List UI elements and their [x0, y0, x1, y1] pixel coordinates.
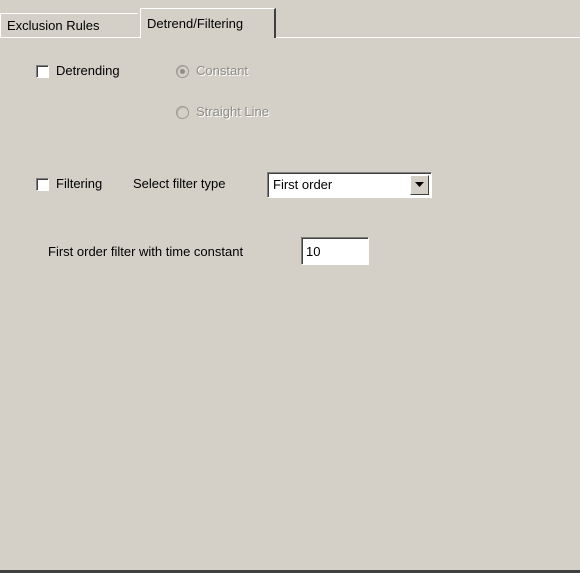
tab-divider [0, 37, 580, 38]
radio-selected-dot [180, 69, 185, 74]
chevron-down-icon [415, 182, 424, 187]
filter-type-dropdown-button[interactable] [410, 175, 429, 195]
radio-constant[interactable] [176, 65, 189, 78]
time-constant-label: First order filter with time constant [48, 244, 244, 259]
tab-exclusion-rules[interactable]: Exclusion Rules [0, 13, 138, 37]
filter-type-label: Select filter type [133, 176, 226, 191]
filter-type-value: First order [273, 177, 333, 192]
radio-straight-line[interactable] [176, 106, 189, 119]
filtering-checkbox[interactable] [36, 178, 49, 191]
detrend-filtering-panel: Exclusion Rules Detrend/Filtering Detren… [0, 0, 580, 573]
tab-detrend-filtering[interactable]: Detrend/Filtering [140, 8, 276, 38]
detrending-label: Detrending [56, 63, 120, 78]
filter-type-select[interactable]: First order [267, 172, 432, 198]
filtering-label: Filtering [56, 176, 103, 191]
radio-constant-label: Constant [196, 63, 249, 78]
radio-straight-line-label: Straight Line [196, 104, 269, 119]
detrending-checkbox[interactable] [36, 65, 49, 78]
time-constant-input[interactable] [301, 237, 369, 265]
tab-strip: Exclusion Rules Detrend/Filtering [0, 0, 580, 40]
